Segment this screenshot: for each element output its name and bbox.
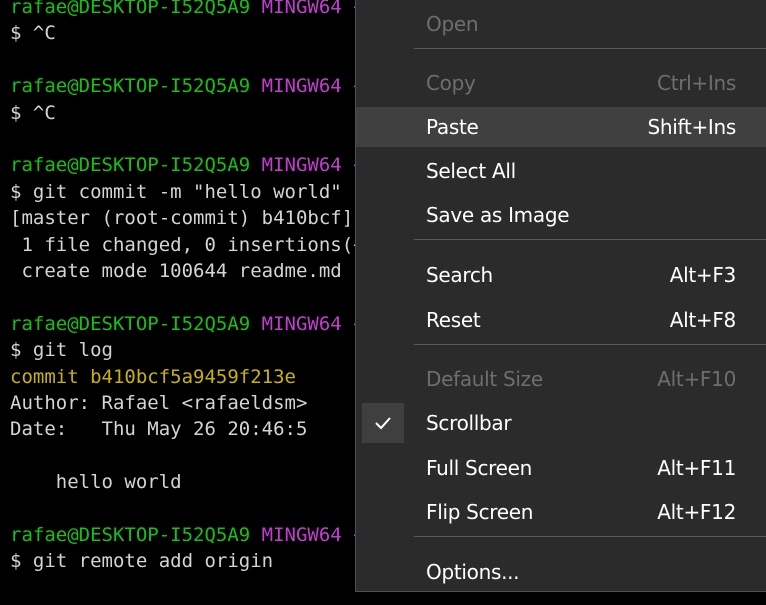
prompt-user-host: rafae@DESKTOP-I52Q5A9 (10, 312, 262, 335)
terminal-text: hello world (10, 471, 182, 494)
terminal-line: $ ^C (10, 21, 56, 45)
menu-item-paste[interactable]: Paste Shift+Ins (356, 107, 766, 147)
menu-item-label: Paste (426, 115, 479, 139)
menu-item-label: Select All (426, 159, 516, 183)
terminal-text: $ ^C (10, 101, 56, 124)
menu-separator (414, 536, 766, 537)
menu-item-label: Open (426, 12, 479, 36)
menu-item-shortcut: Ctrl+Ins (657, 71, 736, 95)
terminal-line: Author: Rafael <rafaeldsm> (10, 391, 307, 415)
checkmark-icon (362, 403, 404, 443)
menu-item-copy: Copy Ctrl+Ins (356, 63, 766, 103)
menu-item-search[interactable]: Search Alt+F3 (356, 255, 766, 295)
terminal-text: $ ^C (10, 22, 56, 45)
terminal-line: hello world (10, 470, 182, 494)
menu-item-shortcut: Alt+F11 (657, 456, 736, 480)
menu-item-label: Default Size (426, 367, 543, 391)
terminal-line: $ git commit -m "hello world" (10, 180, 342, 204)
terminal-line: $ ^C (10, 101, 56, 125)
menu-item-open: Open (356, 4, 766, 44)
prompt-user-host: rafae@DESKTOP-I52Q5A9 (10, 0, 262, 18)
menu-item-flip-screen[interactable]: Flip Screen Alt+F12 (356, 492, 766, 532)
menu-item-shortcut: Alt+F12 (657, 500, 736, 524)
terminal-text: Author: Rafael <rafaeldsm> (10, 392, 308, 414)
menu-item-default-size: Default Size Alt+F10 (356, 359, 766, 399)
prompt-user-host: rafae@DESKTOP-I52Q5A9 (10, 524, 262, 546)
menu-separator (414, 48, 766, 49)
terminal-line: Date: Thu May 26 20:46:5 (10, 417, 307, 441)
terminal-text: $ git log (10, 339, 113, 362)
terminal-text: create mode 100644 readme.md (10, 260, 342, 282)
context-menu: Open Copy Ctrl+Ins Paste Shift+Ins Select All… (355, 0, 766, 592)
menu-item-reset[interactable]: Reset Alt+F8 (356, 300, 766, 340)
terminal-line: create mode 100644 readme.md (10, 259, 342, 283)
terminal-line: $ git log (10, 338, 113, 362)
menu-item-label: Search (426, 263, 493, 287)
menu-item-shortcut: Shift+Ins (647, 115, 736, 139)
menu-item-label: Copy (426, 71, 476, 95)
terminal-line: $ git remote add origin (10, 549, 273, 573)
menu-item-options[interactable]: Options... (356, 552, 766, 592)
menu-separator (414, 239, 766, 240)
menu-item-label: Options... (426, 560, 520, 584)
prompt-user-host: rafae@DESKTOP-I52Q5A9 (10, 75, 262, 98)
menu-item-shortcut: Alt+F3 (669, 263, 737, 287)
terminal-text: Date: Thu May 26 20:46:5 (10, 418, 308, 441)
menu-item-label: Flip Screen (426, 500, 534, 524)
menu-item-save-as-image[interactable]: Save as Image (356, 195, 766, 235)
menu-item-select-all[interactable]: Select All (356, 151, 766, 191)
menu-separator (414, 344, 766, 345)
commit-hash-text: commit b410bcf5a9459f213e (10, 365, 296, 388)
menu-item-label: Scrollbar (426, 411, 512, 435)
menu-item-full-screen[interactable]: Full Screen Alt+F11 (356, 448, 766, 488)
terminal-line: commit b410bcf5a9459f213e (10, 365, 296, 389)
prompt-user-host: rafae@DESKTOP-I52Q5A9 (10, 154, 262, 177)
menu-item-label: Reset (426, 308, 481, 332)
menu-item-scrollbar[interactable]: Scrollbar (356, 403, 766, 443)
menu-item-shortcut: Alt+F8 (669, 308, 737, 332)
terminal-text: $ git commit -m "hello world" (10, 180, 342, 203)
menu-item-label: Save as Image (426, 203, 570, 227)
menu-item-shortcut: Alt+F10 (657, 367, 736, 391)
terminal-text: $ git remote add origin (10, 550, 274, 573)
menu-item-label: Full Screen (426, 456, 533, 480)
